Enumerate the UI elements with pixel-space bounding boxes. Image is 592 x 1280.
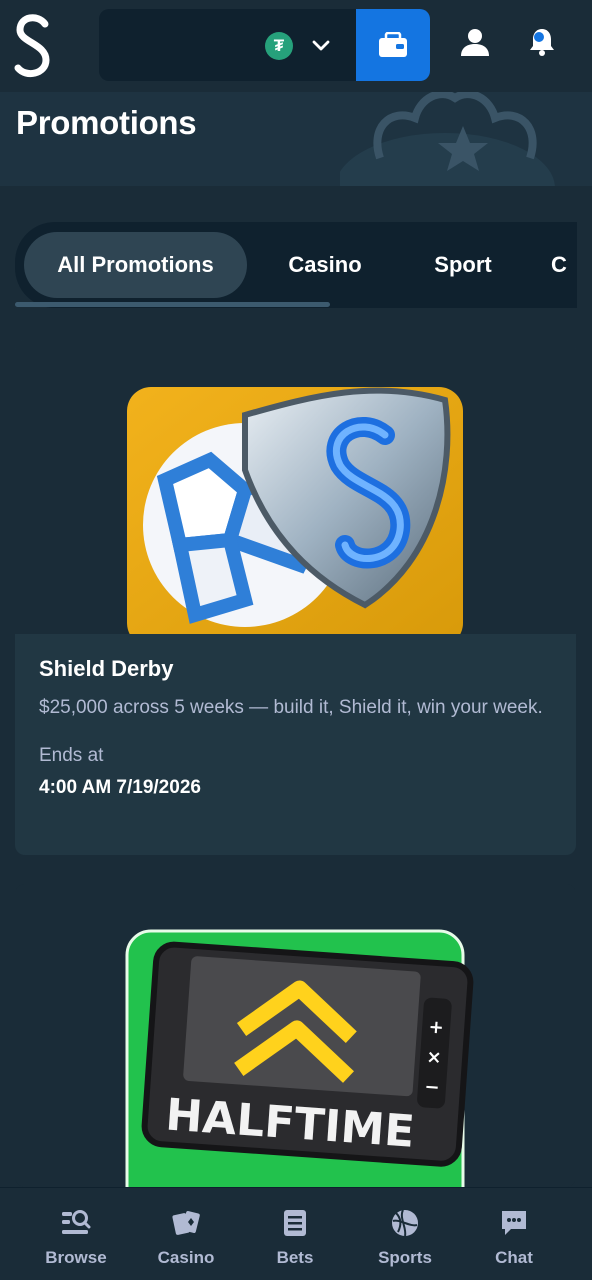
wallet-icon xyxy=(379,32,407,57)
ends-at-value: 4:00 AM 7/19/2026 xyxy=(39,777,201,798)
promotion-image: + × − HALFTIME xyxy=(15,884,576,1187)
nav-sports[interactable]: Sports xyxy=(350,1208,460,1270)
top-bar: ₮ xyxy=(0,0,592,92)
promotion-description: $25,000 across 5 weeks — build it, Shiel… xyxy=(39,697,543,718)
tab-scroll-indicator xyxy=(15,302,330,307)
nav-browse[interactable]: Browse xyxy=(21,1208,131,1270)
currency-symbol: ₮ xyxy=(273,36,285,55)
nav-bets[interactable]: Bets xyxy=(240,1208,350,1270)
promotion-card[interactable]: + × − HALFTIME xyxy=(15,884,576,1187)
promotion-card[interactable]: Shield Derby $25,000 across 5 weeks — bu… xyxy=(15,340,576,855)
page-title: Promotions xyxy=(16,104,197,141)
bottom-navigation: Browse Casino Bets Sports Chat xyxy=(0,1187,592,1280)
svg-text:−: − xyxy=(424,1076,441,1098)
sports-icon xyxy=(392,1209,418,1237)
chevron-down-icon xyxy=(312,40,330,51)
promotion-category-tabs: All Promotions Casino Sport C xyxy=(15,222,577,308)
promotion-details: Shield Derby $25,000 across 5 weeks — bu… xyxy=(39,656,554,799)
nav-sports-label: Sports xyxy=(378,1248,432,1267)
shield-football-icon xyxy=(127,387,463,647)
tab-all-promotions[interactable]: All Promotions xyxy=(24,232,247,298)
halftime-board-icon: + × − HALFTIME xyxy=(125,929,474,1187)
bell-icon xyxy=(530,29,554,56)
wallet-button[interactable] xyxy=(356,9,430,81)
tab-sport[interactable]: Sport xyxy=(407,232,519,298)
page-header-banner: Promotions xyxy=(0,92,592,186)
bets-icon xyxy=(284,1210,306,1236)
casino-icon xyxy=(172,1211,200,1235)
svg-text:+: + xyxy=(428,1017,445,1039)
wallet-selector: ₮ xyxy=(99,9,430,81)
nav-casino[interactable]: Casino xyxy=(131,1208,241,1270)
tab-casino[interactable]: Casino xyxy=(265,232,385,298)
promotion-image xyxy=(15,340,576,647)
browse-icon xyxy=(62,1210,91,1234)
nav-chat[interactable]: Chat xyxy=(459,1208,569,1270)
ends-at-label: Ends at xyxy=(39,745,104,766)
notifications-button[interactable] xyxy=(524,24,560,60)
svg-text:×: × xyxy=(426,1047,443,1069)
promotion-title: Shield Derby xyxy=(39,656,174,681)
nav-casino-label: Casino xyxy=(157,1248,215,1267)
nav-browse-label: Browse xyxy=(45,1248,107,1267)
stake-logo-icon[interactable] xyxy=(12,12,56,80)
nav-bets-label: Bets xyxy=(276,1248,314,1267)
nav-chat-label: Chat xyxy=(495,1248,533,1267)
user-icon xyxy=(461,29,489,56)
chat-icon xyxy=(502,1211,526,1235)
profile-button[interactable] xyxy=(457,24,493,60)
tether-icon: ₮ xyxy=(265,32,293,60)
crown-star-decoration-icon xyxy=(340,92,555,186)
balance-dropdown[interactable]: ₮ xyxy=(99,9,356,81)
tab-partial[interactable]: C xyxy=(551,232,577,298)
